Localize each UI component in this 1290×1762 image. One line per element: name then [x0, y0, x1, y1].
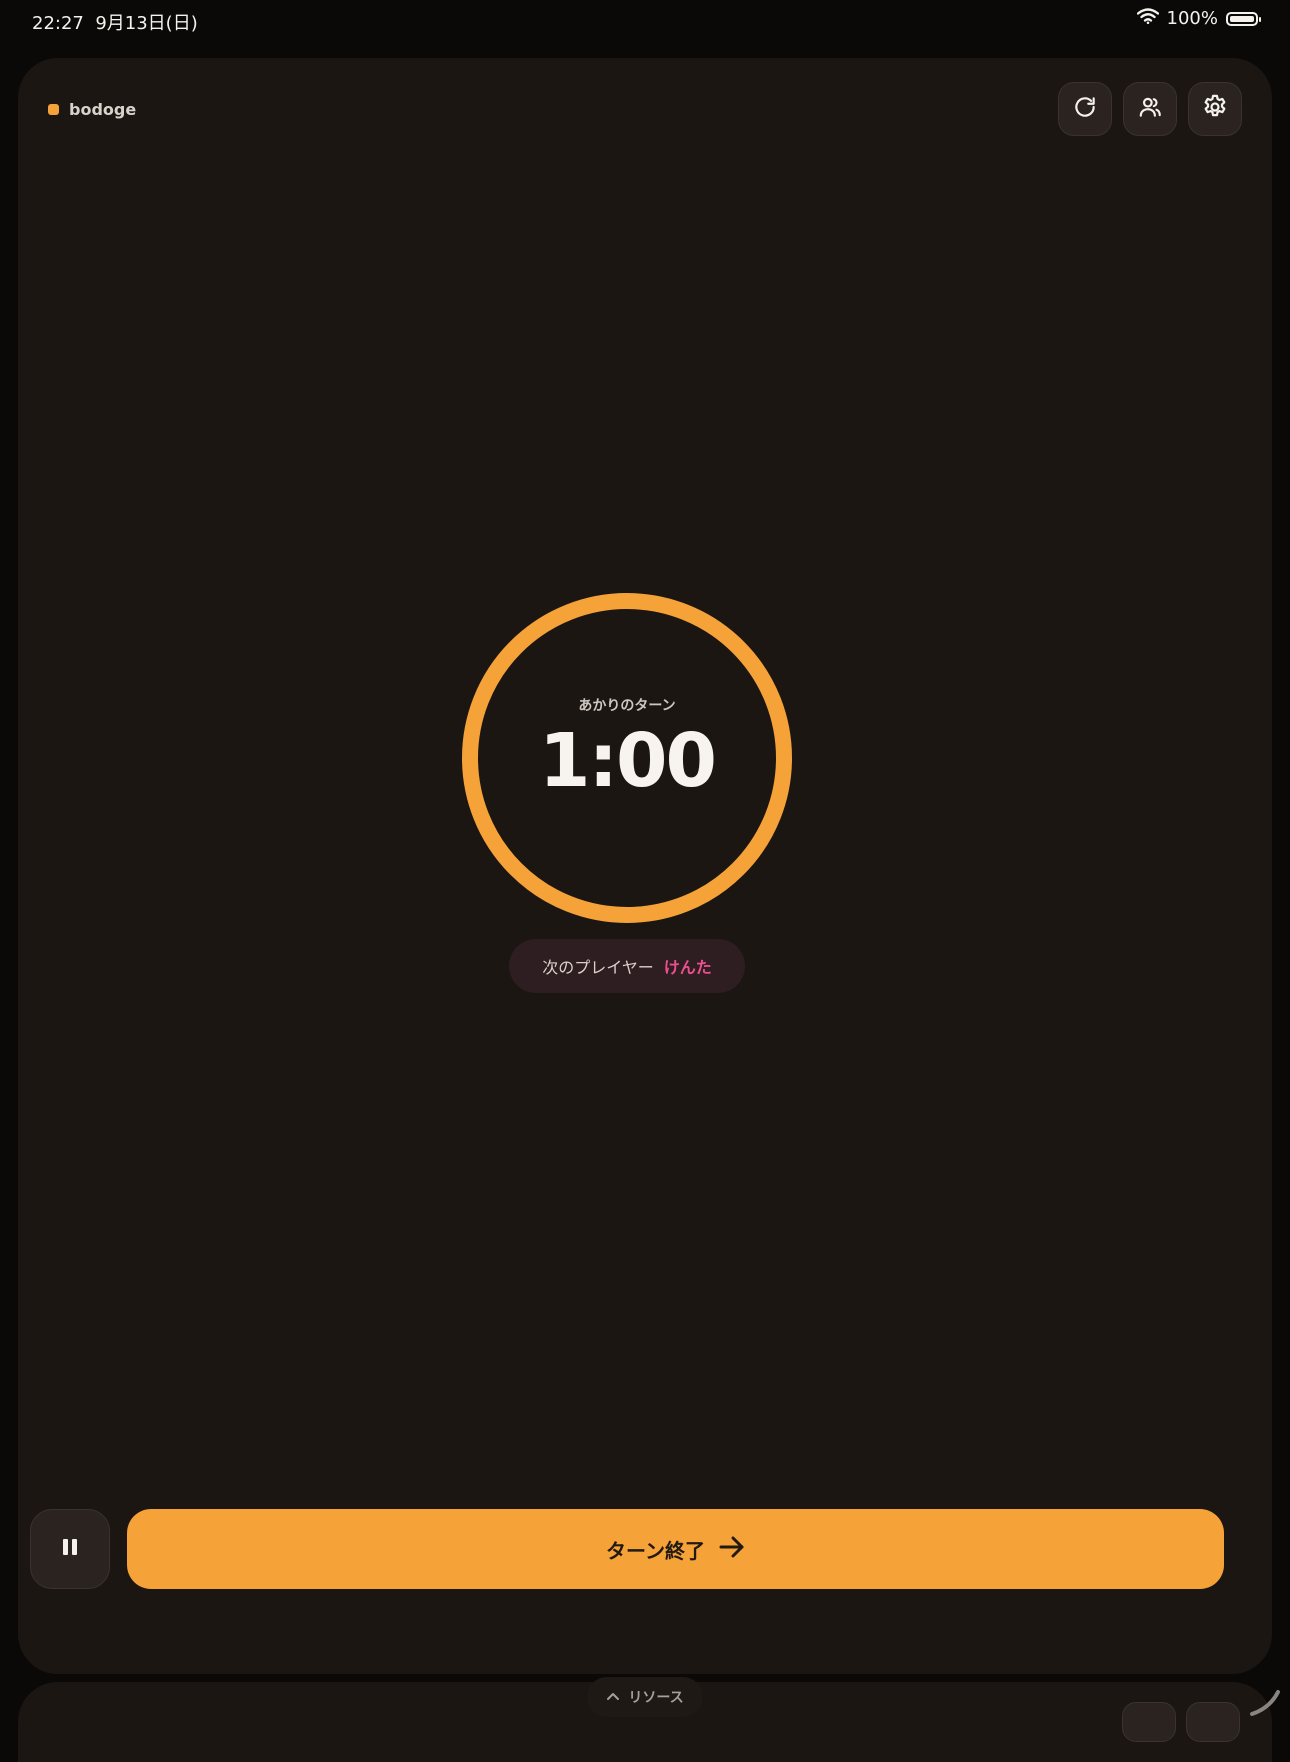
status-indicators: 100% [1136, 8, 1261, 29]
users-icon [1137, 94, 1163, 124]
turn-controls: ターン終了 [30, 1509, 1224, 1591]
resource-drawer-toggle[interactable]: リソース [587, 1677, 703, 1717]
battery-percent: 100% [1166, 8, 1218, 29]
reset-button[interactable] [1058, 82, 1112, 136]
pause-button[interactable] [30, 1509, 110, 1589]
settings-button[interactable] [1188, 82, 1242, 136]
home-indicator-icon [1250, 1690, 1280, 1716]
next-player-label: 次のプレイヤー [542, 958, 654, 977]
wifi-icon [1136, 8, 1159, 29]
home-indicator [1248, 1688, 1282, 1722]
status-time: 22:27 9月13日(日) [32, 9, 198, 35]
next-player-badge: 次のプレイヤー けんた [509, 939, 745, 993]
gear-icon [1201, 93, 1229, 125]
status-clock: 22:27 [32, 13, 84, 34]
refresh-icon [1072, 94, 1098, 124]
turn-timer[interactable]: あかりのターン 1:00 [461, 592, 793, 924]
header-actions [1058, 82, 1242, 136]
battery-level [1230, 15, 1254, 22]
players-button[interactable] [1123, 82, 1177, 136]
brand-dot-icon [48, 104, 59, 115]
timer-value: 1:00 [538, 718, 717, 804]
chevron-up-icon [606, 1689, 620, 1705]
drawer-action-button[interactable] [1122, 1702, 1176, 1742]
pause-icon [60, 1537, 80, 1561]
battery-icon [1226, 11, 1261, 26]
end-turn-button[interactable]: ターン終了 [127, 1509, 1224, 1589]
next-player-name: けんた [663, 958, 712, 977]
resource-drawer-label: リソース [628, 1690, 684, 1706]
drawer-action-button[interactable] [1186, 1702, 1240, 1742]
brand: bodoge [48, 100, 136, 119]
arrow-right-icon [719, 1536, 745, 1563]
status-bar: 22:27 9月13日(日) 100% [0, 0, 1290, 40]
brand-name: bodoge [69, 100, 137, 119]
end-turn-label: ターン終了 [606, 1538, 705, 1563]
status-date: 9月13日(日) [95, 13, 198, 34]
current-turn-label: あかりのターン [578, 698, 676, 714]
